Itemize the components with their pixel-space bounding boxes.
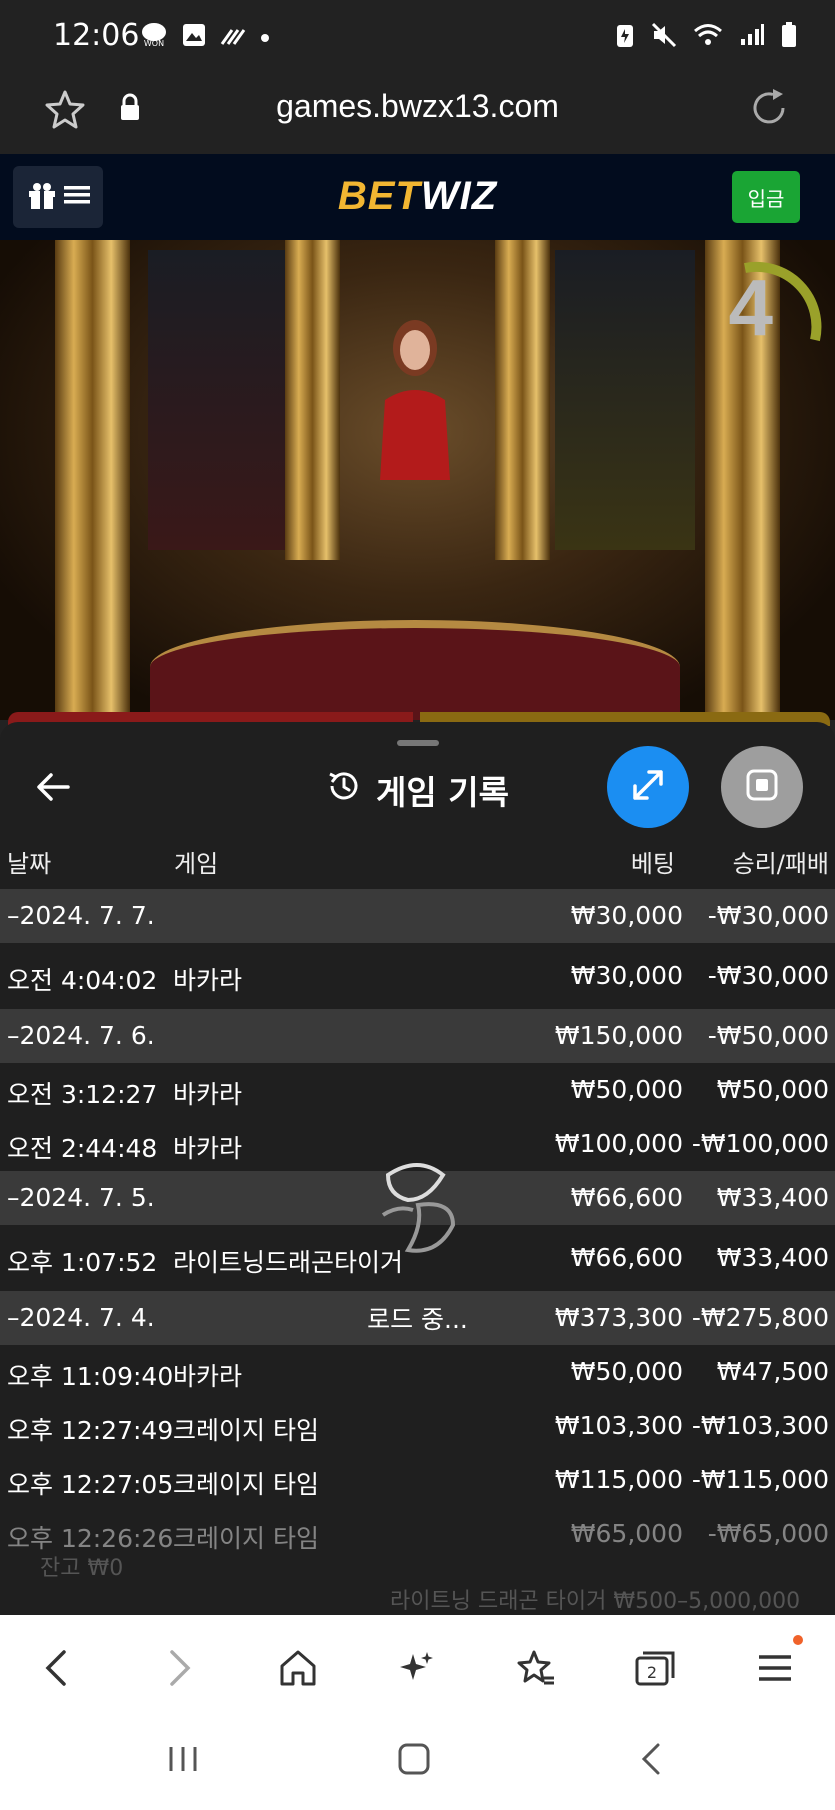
battery-icon xyxy=(781,22,797,52)
url-text[interactable]: games.bwzx13.com xyxy=(0,88,835,125)
balance-text: 잔고 ₩0 xyxy=(40,1556,124,1581)
col-game: 게임 xyxy=(174,850,219,878)
col-bet: 베팅 xyxy=(630,850,675,878)
system-nav-bar xyxy=(0,1715,835,1810)
svg-text:WON: WON xyxy=(144,39,164,48)
home-icon[interactable] xyxy=(273,1643,323,1693)
wifi-icon xyxy=(693,22,723,52)
tabs-icon[interactable]: 2 xyxy=(630,1643,680,1693)
site-header: BETWIZ 입금 xyxy=(0,154,835,240)
menu-icon[interactable] xyxy=(750,1643,800,1693)
sheet-drag-handle[interactable] xyxy=(397,740,439,746)
live-video[interactable]: 4 xyxy=(0,240,835,720)
battery-saver-icon xyxy=(615,22,635,52)
clock: 12:06 xyxy=(53,18,140,53)
forward-icon[interactable] xyxy=(153,1643,203,1693)
signal-waves-icon xyxy=(220,24,246,50)
gallery-icon xyxy=(182,23,206,51)
loading-spinner-icon xyxy=(381,1163,456,1253)
table-row[interactable]: 오전 4:04:02 바카라 ₩30,000 -₩30,000 xyxy=(0,943,835,1009)
date-group-row[interactable]: –2024. 7. 7. ₩30,000 -₩30,000 xyxy=(0,889,835,943)
browser-nav-bar: 2 xyxy=(0,1615,835,1715)
dealer-figure xyxy=(380,320,450,480)
history-clock-icon xyxy=(326,768,362,812)
pillar xyxy=(285,240,340,560)
home-button-icon[interactable] xyxy=(396,1741,432,1781)
tabs-count: 2 xyxy=(647,1663,657,1682)
recent-apps-icon[interactable] xyxy=(165,1741,201,1781)
logo-wiz: WIZ xyxy=(420,174,498,218)
system-back-icon[interactable] xyxy=(634,1741,670,1781)
back-icon[interactable] xyxy=(33,1643,83,1693)
pillar xyxy=(55,240,130,720)
dot-icon xyxy=(260,28,270,47)
notification-dot xyxy=(793,1635,803,1645)
table-header: 날짜 게임 베팅 승리/패배 xyxy=(0,844,835,880)
site-logo[interactable]: BETWIZ xyxy=(0,174,835,219)
minimize-button[interactable] xyxy=(721,746,803,828)
deposit-button[interactable]: 입금 xyxy=(732,171,800,223)
logo-bet: BET xyxy=(337,174,421,218)
table-limits-text: 라이트닝 드래곤 타이거 ₩500–5,000,000 xyxy=(390,1589,801,1614)
cell-signal-icon xyxy=(739,23,765,51)
status-bar: 12:06 WON xyxy=(0,0,835,70)
table-row[interactable]: 오후 12:26:26 크레이지 타임 ₩65,000 -₩65,000 xyxy=(0,1507,835,1561)
browser-url-bar[interactable]: games.bwzx13.com xyxy=(0,70,835,154)
tiger-panel xyxy=(555,250,695,550)
table-row[interactable]: 오전 3:12:27 바카라 ₩50,000 ₩50,000 xyxy=(0,1063,835,1117)
dragon-panel xyxy=(148,250,288,550)
bookmarks-icon[interactable] xyxy=(511,1643,561,1693)
col-date: 날짜 xyxy=(7,850,52,878)
table-row[interactable]: 오후 12:27:49 크레이지 타임 ₩103,300 -₩103,300 xyxy=(0,1399,835,1453)
table-row[interactable]: 오후 11:09:40 바카라 ₩50,000 ₩47,500 xyxy=(0,1345,835,1399)
expand-button[interactable] xyxy=(607,746,689,828)
countdown-timer: 4 xyxy=(728,263,774,352)
table-row[interactable]: 오후 12:27:05 크레이지 타임 ₩115,000 -₩115,000 xyxy=(0,1453,835,1507)
loading-text: 로드 중... xyxy=(367,1305,468,1334)
reload-icon[interactable] xyxy=(747,86,791,134)
expand-arrows-icon xyxy=(629,766,667,808)
pillar xyxy=(495,240,550,560)
date-group-row[interactable]: –2024. 7. 6. ₩150,000 -₩50,000 xyxy=(0,1009,835,1063)
stop-square-icon xyxy=(744,767,780,807)
sparkle-icon[interactable] xyxy=(392,1643,442,1693)
sheet-title: 게임 기록 xyxy=(0,760,835,820)
won-chat-icon: WON xyxy=(140,22,168,52)
col-result: 승리/패배 xyxy=(732,850,829,878)
mute-icon xyxy=(651,22,677,52)
game-table xyxy=(150,620,680,720)
history-title: 게임 기록 xyxy=(376,773,509,812)
